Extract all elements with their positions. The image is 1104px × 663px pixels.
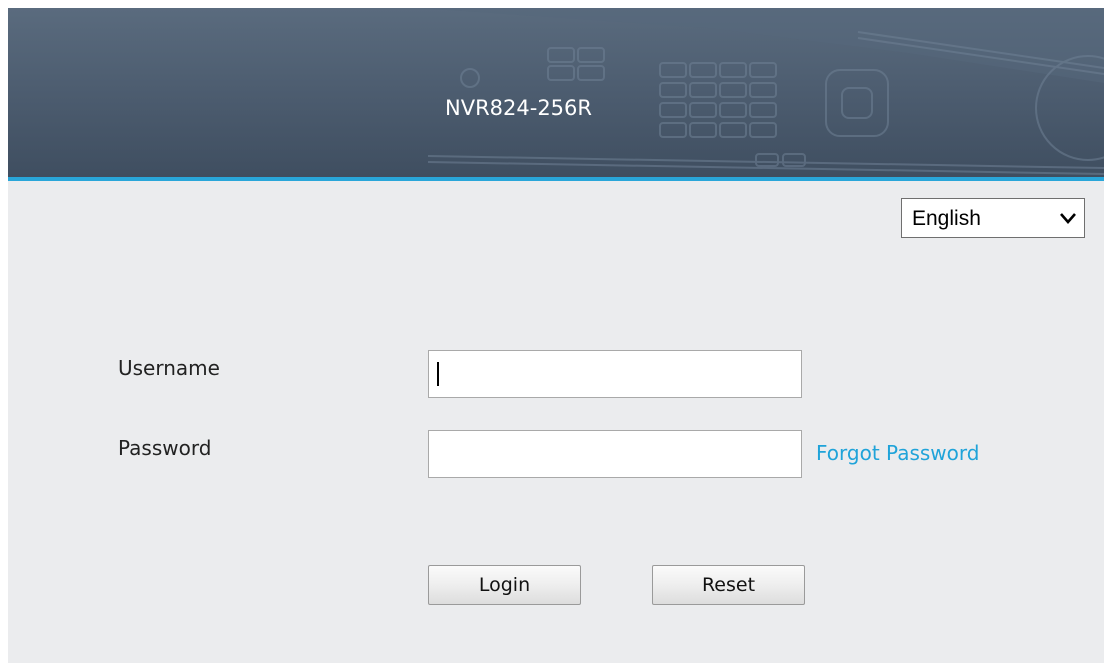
header-banner: NVR824-256R [8, 8, 1104, 177]
language-value: English [912, 207, 981, 230]
password-input[interactable] [428, 430, 802, 478]
login-panel: NVR824-256R English Username Password Fo… [8, 8, 1104, 663]
device-model-title: NVR824-256R [445, 96, 592, 120]
language-select[interactable]: English [901, 198, 1085, 238]
forgot-password-link[interactable]: Forgot Password [816, 441, 979, 465]
device-illustration [418, 8, 1104, 175]
header-divider [8, 177, 1104, 181]
chevron-down-icon [1060, 213, 1076, 224]
username-input[interactable] [428, 350, 802, 398]
text-cursor [437, 362, 439, 386]
username-label: Username [118, 356, 220, 380]
login-button[interactable]: Login [428, 565, 581, 605]
password-label: Password [118, 436, 212, 460]
reset-button[interactable]: Reset [652, 565, 805, 605]
